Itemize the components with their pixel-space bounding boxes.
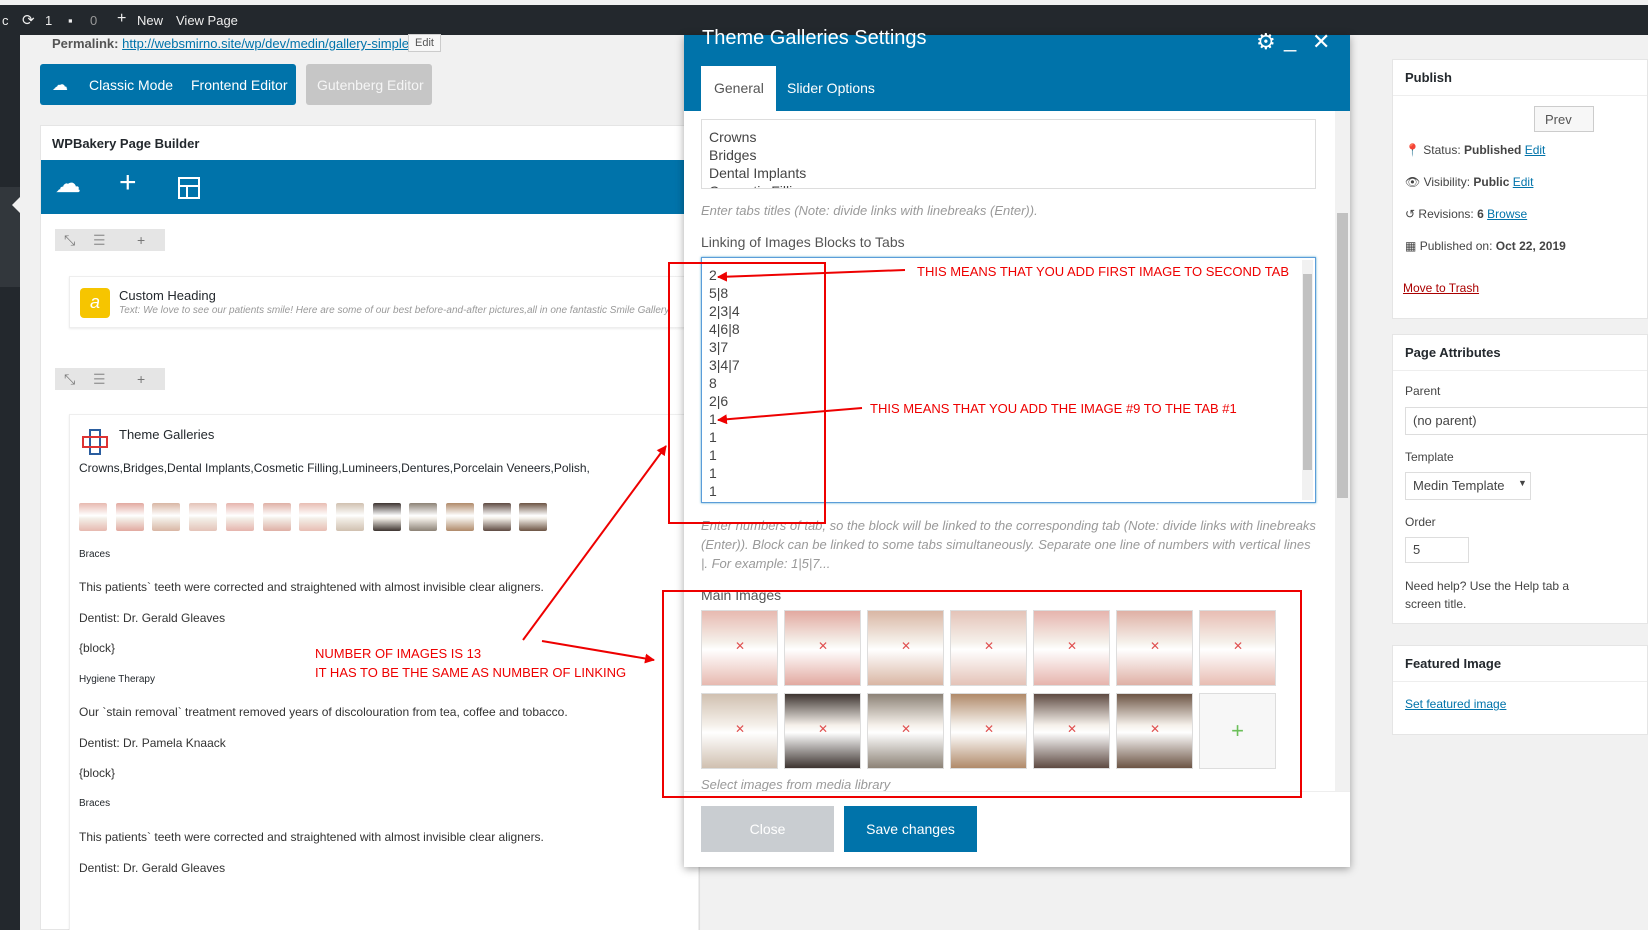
annotation-count-1: NUMBER OF IMAGES IS 13 xyxy=(315,646,482,661)
images-highlight-box xyxy=(662,590,1302,798)
annotation-ninth: THIS MEANS THAT YOU ADD THE IMAGE #9 TO … xyxy=(870,401,1237,416)
arrow-to-images xyxy=(541,640,655,664)
linking-highlight-box xyxy=(668,262,826,524)
screen: { "adminbar": { "site_char": "c", "updat… xyxy=(0,0,1648,930)
annotation-count-2: IT HAS TO BE THE SAME AS NUMBER OF LINKI… xyxy=(315,665,627,680)
annotation-first: THIS MEANS THAT YOU ADD FIRST IMAGE TO S… xyxy=(917,264,1290,279)
arrow-to-linking xyxy=(522,445,667,641)
annotation-overlay xyxy=(522,262,1302,798)
arrow-first xyxy=(717,269,906,282)
arrow-ninth xyxy=(717,407,863,425)
